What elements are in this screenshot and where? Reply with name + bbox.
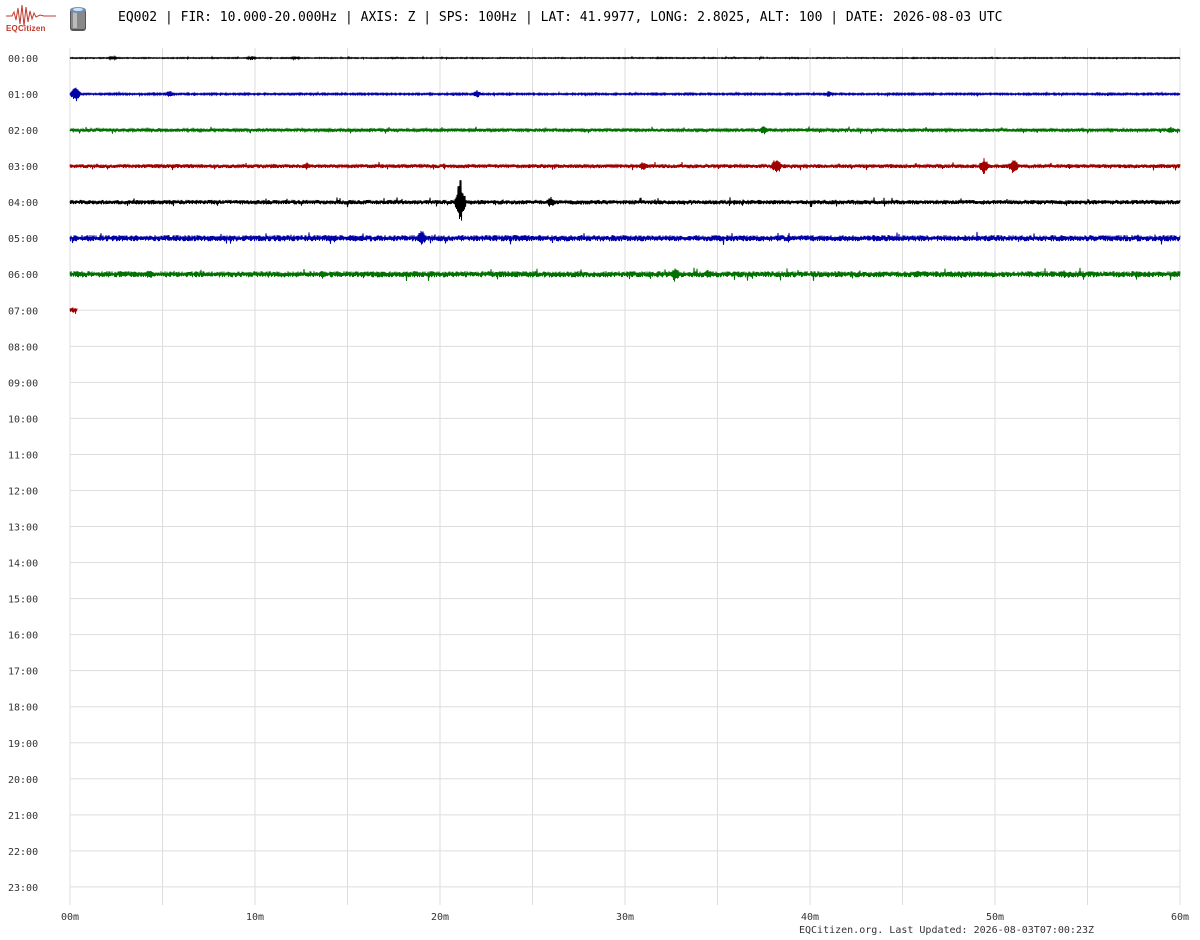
row-time-label: 23:00 <box>8 883 38 894</box>
x-tick-label: 50m <box>986 912 1004 923</box>
row-time-label: 06:00 <box>8 270 38 281</box>
footer-text: EQCitizen.org. Last Updated: 2026-08-03T… <box>799 925 1095 936</box>
row-time-label: 09:00 <box>8 378 38 389</box>
row-time-label: 18:00 <box>8 703 38 714</box>
row-time-label: 22:00 <box>8 847 38 858</box>
helicorder-chart: 00:00 01:00 02:00 03:00 04:00 05:00 06:00 07:00… <box>8 48 1189 923</box>
row-time-label: 14:00 <box>8 559 38 570</box>
x-tick-label: 00m <box>61 912 79 923</box>
row-time-label: 19:00 <box>8 739 38 750</box>
row-time-label: 03:00 <box>8 162 38 173</box>
row-time-label: 08:00 <box>8 342 38 353</box>
trace-0700 <box>69 307 78 314</box>
label-layer: 00:00 01:00 02:00 03:00 04:00 05:00 06:00 07:00… <box>8 54 1189 923</box>
row-time-label: 17:00 <box>8 667 38 678</box>
row-time-label: 05:00 <box>8 234 38 245</box>
row-time-label: 21:00 <box>8 811 38 822</box>
x-tick-label: 40m <box>801 912 819 923</box>
row-time-label: 15:00 <box>8 595 38 606</box>
x-tick-label: 30m <box>616 912 634 923</box>
x-tick-label: 60m <box>1171 912 1189 923</box>
row-time-label: 00:00 <box>8 54 38 65</box>
row-time-label: 16:00 <box>8 631 38 642</box>
x-tick-label: 10m <box>246 912 264 923</box>
grid-layer <box>69 48 1181 905</box>
row-time-label: 10:00 <box>8 414 38 425</box>
row-time-label: 20:00 <box>8 775 38 786</box>
x-tick-label: 20m <box>431 912 449 923</box>
row-time-label: 12:00 <box>8 486 38 497</box>
row-time-label: 11:00 <box>8 450 38 461</box>
row-time-label: 02:00 <box>8 126 38 137</box>
row-time-label: 07:00 <box>8 306 38 317</box>
row-time-label: 13:00 <box>8 523 38 534</box>
row-time-label: 04:00 <box>8 198 38 209</box>
row-time-label: 01:00 <box>8 90 38 101</box>
